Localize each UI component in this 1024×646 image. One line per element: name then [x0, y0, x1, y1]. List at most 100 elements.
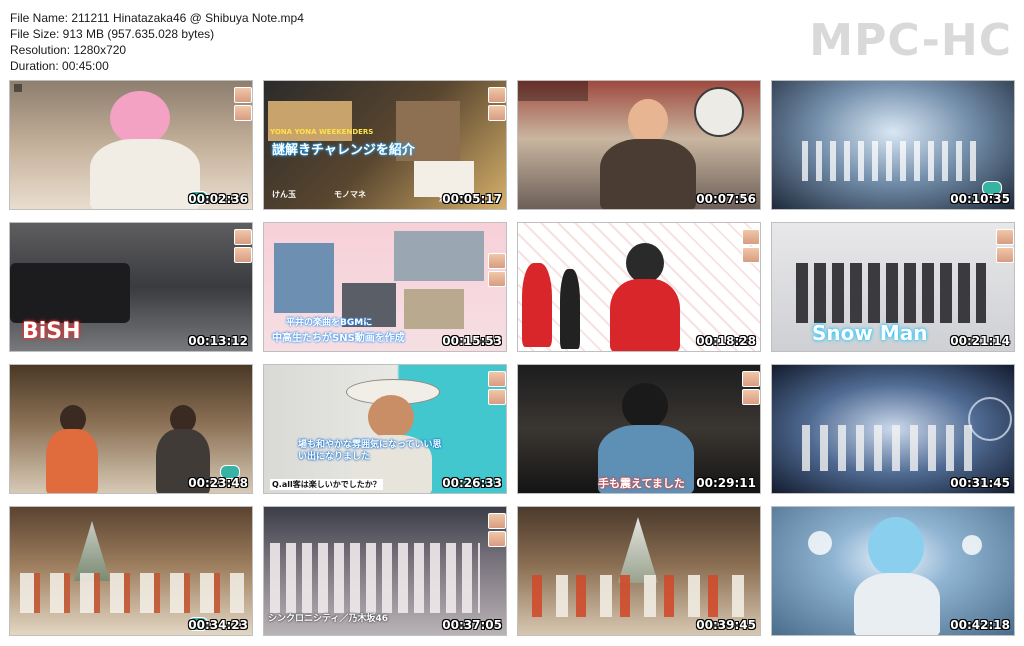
brand-logo: MPC-HC [809, 15, 1012, 66]
caption-band-name: BiSH [22, 319, 81, 344]
thumbnail-grid: 00:02:36 謎解きチャレンジを紹介 YONA YONA WEEKENDER… [9, 80, 1015, 636]
face-tile [234, 87, 252, 103]
face-tile [742, 371, 760, 387]
thumbnail[interactable]: BiSH 00:13:12 [9, 222, 253, 352]
scene-recording-studio: 手も震えてました [518, 365, 760, 493]
face-tile [742, 247, 760, 263]
person-body [854, 573, 940, 635]
face-tile [488, 371, 506, 387]
caption-line: 手も震えてました [598, 477, 685, 490]
person-head [368, 395, 414, 439]
scene-parking-garage: BiSH [10, 223, 252, 351]
thumbnail[interactable]: 00:23:48 [9, 364, 253, 494]
caption-name: YONA YONA WEEKENDERS [270, 128, 374, 136]
file-name: File Name: 211211 Hinatazaka46 @ Shibuya… [10, 11, 304, 25]
caption-line: 場も和やかな雰囲気になっていい思い出になりました [298, 440, 442, 462]
face-tile [996, 247, 1014, 263]
face-tile [234, 105, 252, 121]
video-thumbnail-sheet: File Name: 211211 Hinatazaka46 @ Shibuya… [0, 0, 1024, 646]
person-body [522, 263, 552, 347]
timestamp: 00:23:48 [188, 476, 248, 490]
person-head [628, 99, 668, 143]
thumbnail[interactable]: 手も震えてました 00:29:11 [517, 364, 761, 494]
thumbnail[interactable]: 00:02:36 [9, 80, 253, 210]
timestamp: 00:39:45 [696, 618, 756, 632]
video-panel [274, 243, 334, 313]
thumbnail[interactable]: 場も和やかな雰囲気になっていい思い出になりました Q.all客は楽しいかでしたか… [263, 364, 507, 494]
face-tile [488, 253, 506, 269]
face-tile [234, 229, 252, 245]
timestamp: 00:26:33 [442, 476, 502, 490]
face-tile [488, 389, 506, 405]
thumbnail[interactable]: 00:31:45 [771, 364, 1015, 494]
person-head [626, 243, 664, 283]
person-body [600, 139, 696, 209]
face-tile [234, 247, 252, 263]
timestamp: 00:07:56 [696, 192, 756, 206]
clock-icon [694, 87, 744, 137]
thumbnail[interactable]: 平井の楽曲をBGMに 中高生たちがSNS動画を作成 00:15:53 [263, 222, 507, 352]
person-body [610, 279, 680, 351]
corner-label [518, 81, 588, 101]
thumbnail[interactable]: 00:18:28 [517, 222, 761, 352]
timestamp: 00:13:12 [188, 334, 248, 348]
timestamp: 00:31:45 [950, 476, 1010, 490]
thumbnail[interactable]: 00:10:35 [771, 80, 1015, 210]
resolution: Resolution: 1280x720 [10, 43, 127, 57]
cast-row [20, 573, 244, 613]
face-tile [488, 87, 506, 103]
scene-interview-hat: 場も和やかな雰囲気になっていい思い出になりました Q.all客は楽しいかでしたか… [264, 365, 506, 493]
scene-host-interview [518, 81, 760, 209]
caption-song: シンクロニシティ／乃木坂46 [268, 614, 388, 624]
thumbnail[interactable]: 00:34:23 [9, 506, 253, 636]
thumbnail[interactable]: 00:39:45 [517, 506, 761, 636]
face-tile [488, 271, 506, 287]
file-info: File Name: 211211 Hinatazaka46 @ Shibuya… [10, 10, 304, 74]
caption-name: モノマネ [334, 190, 366, 199]
caption-main: 謎解きチャレンジを紹介 [272, 143, 415, 158]
performer-group [796, 263, 986, 323]
video-panel [404, 289, 464, 329]
timestamp: 00:37:05 [442, 618, 502, 632]
face-tile [488, 531, 506, 547]
thumbnail[interactable]: Snow Man 00:21:14 [771, 222, 1015, 352]
scene-stage-performance [772, 81, 1014, 209]
duration: Duration: 00:45:00 [10, 59, 109, 73]
timestamp: 00:10:35 [950, 192, 1010, 206]
face-tile [488, 105, 506, 121]
face-tile [996, 229, 1014, 245]
person-head [868, 517, 924, 577]
dancer-group [802, 425, 972, 471]
caption-main: 中高生たちがSNS動画を作成 [272, 333, 405, 344]
thumbnail[interactable]: シンクロニシティ／乃木坂46 00:37:05 [263, 506, 507, 636]
scene-collage: 謎解きチャレンジを紹介 YONA YONA WEEKENDERS けん玉 モノマ… [264, 81, 506, 209]
scene-group-lineup: Snow Man [772, 223, 1014, 351]
caption-sub: 平井の楽曲をBGMに [286, 318, 373, 328]
scene-solo-singer [772, 507, 1014, 635]
cast-row [532, 575, 748, 617]
stage-light [808, 531, 832, 555]
question-caption: Q.all客は楽しいかでしたか？ [270, 479, 383, 490]
christmas-tree-icon [618, 517, 658, 583]
timestamp: 00:05:17 [442, 192, 502, 206]
scene-stage-performance-2 [772, 365, 1014, 493]
timestamp: 00:18:28 [696, 334, 756, 348]
thumbnail[interactable]: 謎解きチャレンジを紹介 YONA YONA WEEKENDERS けん玉 モノマ… [263, 80, 507, 210]
caption-group-name: Snow Man [812, 321, 928, 345]
timestamp: 00:42:18 [950, 618, 1010, 632]
timestamp: 00:21:14 [950, 334, 1010, 348]
timestamp: 00:02:36 [188, 192, 248, 206]
dancer-group [270, 543, 480, 613]
person-body [90, 139, 200, 209]
scene-sns-collage: 平井の楽曲をBGMに 中高生たちがSNS動画を作成 [264, 223, 506, 351]
scene-studio-closeup [10, 81, 252, 209]
timestamp: 00:29:11 [696, 476, 756, 490]
person-head [110, 91, 170, 145]
caption-name: けん玉 [272, 190, 296, 199]
corner-label [14, 84, 22, 92]
dancer-group [802, 141, 982, 181]
thumbnail[interactable]: 00:07:56 [517, 80, 761, 210]
thumbnail[interactable]: 00:42:18 [771, 506, 1015, 636]
person-head [622, 383, 668, 429]
scene-studio-hosts [10, 365, 252, 493]
